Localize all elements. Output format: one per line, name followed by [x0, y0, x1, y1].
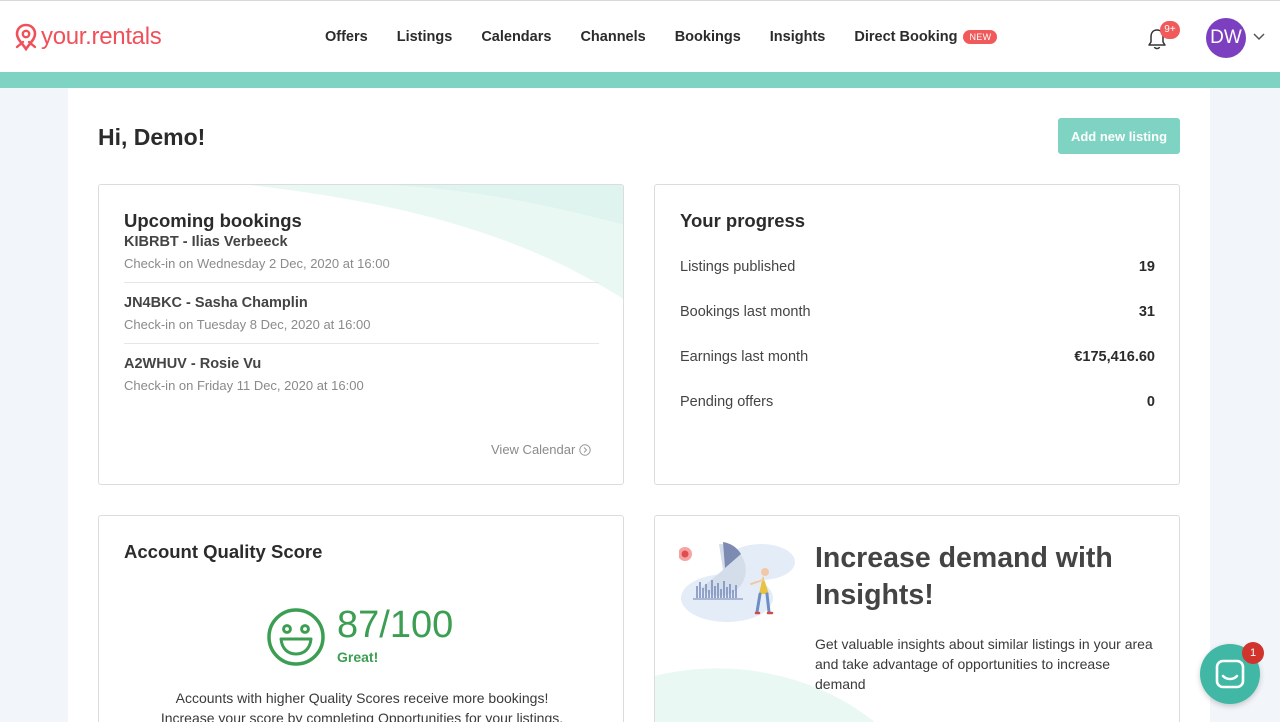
nav-insights[interactable]: Insights: [770, 29, 826, 45]
booking-item[interactable]: JN4BKC - Sasha Champlin Check-in on Tues…: [124, 295, 599, 332]
nav-calendars[interactable]: Calendars: [481, 29, 551, 45]
insights-title: Increase demand with Insights!: [815, 542, 1113, 611]
header-accent-band: [0, 72, 1280, 88]
brand-name: your.rentals: [41, 23, 162, 50]
booking-guest: JN4BKC - Sasha Champlin: [124, 295, 308, 311]
insights-description: Get valuable insights about similar list…: [815, 636, 1153, 692]
progress-row-listings: Listings published 19: [680, 259, 1155, 275]
page-title: Hi, Demo!: [98, 124, 206, 150]
insights-promo-card: Increase demand with Insights! Get valua…: [654, 515, 1180, 722]
quality-score-rating: Great!: [337, 649, 379, 665]
top-navigation-bar: your.rentals Offers Listings Calendars C…: [0, 0, 1280, 72]
booking-guest: A2WHUV - Rosie Vu: [124, 356, 262, 372]
progress-row-bookings: Bookings last month 31: [680, 304, 1155, 320]
account-quality-card: Account Quality Score 87/100 Great! Acco…: [98, 515, 624, 722]
new-badge: NEW: [963, 30, 998, 44]
chevron-right-circle-icon: [579, 443, 592, 456]
divider: [124, 282, 599, 283]
quality-score-value: 87/100: [337, 604, 454, 646]
brand-logo[interactable]: your.rentals: [14, 23, 162, 51]
your-progress-title: Your progress: [680, 210, 806, 231]
main-nav: Offers Listings Calendars Channels Booki…: [325, 29, 1026, 45]
booking-checkin: Check-in on Friday 11 Dec, 2020 at 16:00: [124, 378, 364, 393]
add-new-listing-button[interactable]: Add new listing: [1058, 118, 1180, 154]
chevron-down-icon[interactable]: [1253, 33, 1265, 41]
dashboard-panel: Hi, Demo! Add new listing Upcoming booki…: [68, 88, 1210, 722]
divider: [124, 343, 599, 344]
booking-checkin: Check-in on Wednesday 2 Dec, 2020 at 16:…: [124, 256, 390, 271]
insights-illustration-icon: [679, 542, 795, 622]
progress-row-earnings: Earnings last month €175,416.60: [680, 349, 1155, 365]
booking-item[interactable]: A2WHUV - Rosie Vu Check-in on Friday 11 …: [124, 356, 599, 393]
nav-listings[interactable]: Listings: [397, 29, 453, 45]
nav-direct-booking[interactable]: Direct Booking NEW: [854, 29, 998, 45]
chat-bubble-icon: [1215, 659, 1245, 689]
upcoming-bookings-card: Upcoming bookings KIBRBT - Ilias Verbeec…: [98, 184, 624, 485]
nav-bookings[interactable]: Bookings: [675, 29, 741, 45]
booking-checkin: Check-in on Tuesday 8 Dec, 2020 at 16:00: [124, 317, 371, 332]
location-pin-logo-icon: [15, 23, 37, 51]
booking-item[interactable]: KIBRBT - Ilias Verbeeck Check-in on Wedn…: [124, 234, 599, 271]
nav-channels[interactable]: Channels: [580, 29, 645, 45]
booking-guest: KIBRBT - Ilias Verbeeck: [124, 234, 288, 250]
nav-offers[interactable]: Offers: [325, 29, 368, 45]
progress-row-pending-offers: Pending offers 0: [680, 394, 1155, 410]
upcoming-bookings-title: Upcoming bookings: [124, 210, 302, 231]
chat-unread-badge: 1: [1242, 642, 1264, 664]
account-quality-title: Account Quality Score: [124, 541, 323, 562]
your-progress-card: Your progress Listings published 19 Book…: [654, 184, 1180, 485]
smiley-face-icon: [267, 608, 325, 666]
notification-count-badge: 9+: [1160, 21, 1180, 39]
view-calendar-link[interactable]: View Calendar: [491, 442, 592, 457]
user-avatar[interactable]: DW: [1206, 18, 1246, 58]
quality-description: Accounts with higher Quality Scores rece…: [160, 690, 564, 722]
